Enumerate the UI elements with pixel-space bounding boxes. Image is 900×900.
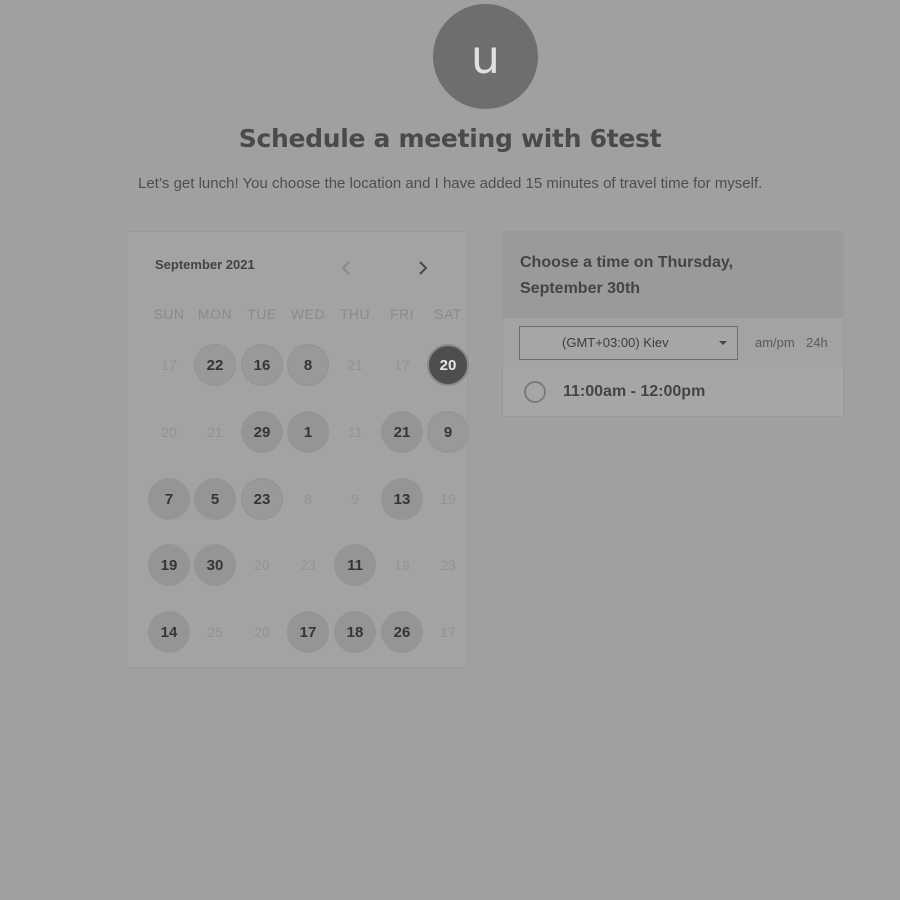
calendar-day: 20 <box>254 624 270 640</box>
calendar-day: 9 <box>351 491 359 507</box>
calendar-day: 11 <box>347 424 363 440</box>
calendar-day: 23 <box>300 557 316 573</box>
calendar-day[interactable]: 14 <box>148 611 190 653</box>
calendar-day: 19 <box>440 491 456 507</box>
calendar-day: 17 <box>394 357 410 373</box>
calendar-day: 19 <box>394 557 410 573</box>
calendar-day: 8 <box>304 491 312 507</box>
calendar-day[interactable]: 26 <box>381 611 423 653</box>
next-month-button[interactable] <box>411 256 435 280</box>
host-avatar: u <box>433 4 538 109</box>
calendar-day[interactable]: 19 <box>148 544 190 586</box>
timezone-value: (GMT+03:00) Kiev <box>562 335 669 350</box>
weekday-header: SUN <box>153 306 185 322</box>
calendar-day[interactable]: 9 <box>427 411 469 453</box>
chevron-left-icon <box>341 261 350 275</box>
weekday-header: THU <box>339 306 371 322</box>
avatar-initial: u <box>470 29 501 84</box>
calendar-day[interactable]: 8 <box>287 344 329 386</box>
meeting-description: Let’s get lunch! You choose the location… <box>138 175 763 192</box>
calendar-day-selected[interactable]: 20 <box>427 344 469 386</box>
calendar-day[interactable]: 23 <box>241 478 283 520</box>
calendar-day[interactable]: 1 <box>287 411 329 453</box>
calendar-day[interactable]: 17 <box>287 611 329 653</box>
calendar-day[interactable]: 21 <box>381 411 423 453</box>
calendar-day[interactable]: 16 <box>241 344 283 386</box>
calendar-day: 25 <box>207 624 223 640</box>
heading-line-1: Choose a time on Thursday, <box>520 254 734 271</box>
weekday-header: MON <box>197 306 233 322</box>
calendar-day: 23 <box>440 557 456 573</box>
heading-line-2: September 30th <box>520 280 641 297</box>
calendar-day: 21 <box>207 424 223 440</box>
calendar-day: 20 <box>161 424 177 440</box>
caret-down-icon <box>719 341 727 345</box>
calendar-day: 17 <box>440 624 456 640</box>
chevron-right-icon <box>419 261 428 275</box>
timezone-select[interactable]: (GMT+03:00) Kiev <box>519 326 738 360</box>
calendar-day[interactable]: 13 <box>381 478 423 520</box>
calendar-day[interactable]: 30 <box>194 544 236 586</box>
radio-button[interactable] <box>524 381 546 403</box>
weekday-header: FRI <box>389 306 415 322</box>
calendar-day[interactable]: 18 <box>334 611 376 653</box>
24h-format-toggle[interactable]: 24h <box>806 335 828 350</box>
time-selection-panel: Choose a time on Thursday, September 30t… <box>502 231 844 417</box>
calendar-day: 20 <box>254 557 270 573</box>
weekday-header: SAT <box>434 306 462 322</box>
calendar-day: 17 <box>161 357 177 373</box>
calendar-month-label: September 2021 <box>155 257 255 272</box>
calendar-day: 21 <box>347 357 363 373</box>
time-slot-label: 11:00am - 12:00pm <box>563 383 706 400</box>
calendar-day[interactable]: 22 <box>194 344 236 386</box>
calendar-day[interactable]: 11 <box>334 544 376 586</box>
time-slot[interactable]: 11:00am - 12:00pm <box>503 368 843 416</box>
prev-month-button[interactable] <box>334 256 358 280</box>
calendar-panel: September 2021 SUN MON TUE WED THU FRI SAT 17 22… <box>126 231 469 668</box>
page-title: Schedule a meeting with 6test <box>238 124 662 153</box>
weekday-header: TUE <box>247 306 277 322</box>
calendar-day[interactable]: 29 <box>241 411 283 453</box>
weekday-header: WED <box>290 306 326 322</box>
calendar-day[interactable]: 5 <box>194 478 236 520</box>
time-panel-heading: Choose a time on Thursday, September 30t… <box>503 232 843 318</box>
ampm-format-toggle[interactable]: am/pm <box>755 335 795 350</box>
calendar-day[interactable]: 7 <box>148 478 190 520</box>
